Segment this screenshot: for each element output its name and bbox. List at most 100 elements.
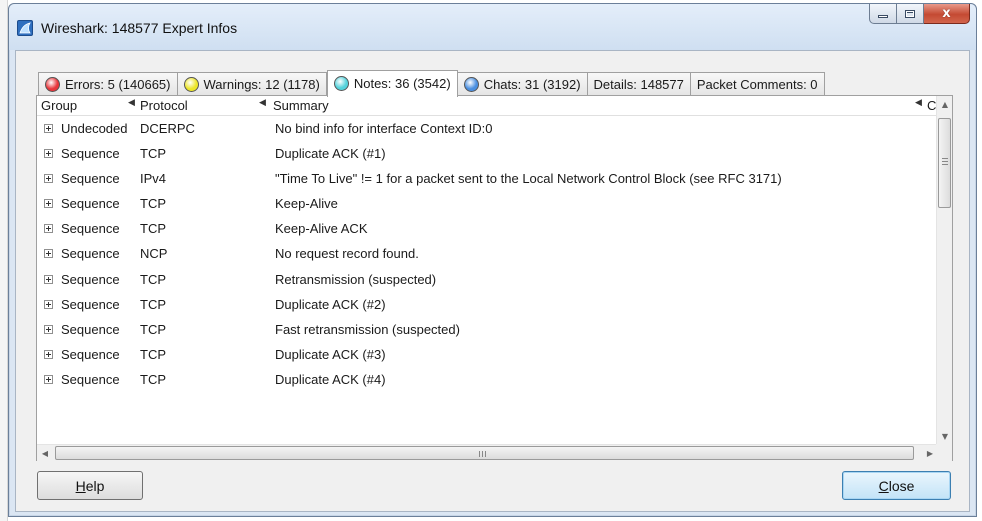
wireshark-fin-icon xyxy=(17,20,33,36)
table-row[interactable]: Sequence TCP Duplicate ACK (#2) xyxy=(37,293,938,318)
cell-group: Sequence xyxy=(61,346,120,362)
maximize-button[interactable] xyxy=(897,4,924,24)
dialog-body: Errors: 5 (140665) Warnings: 12 (1178) Not… xyxy=(15,50,970,512)
cell-summary: Keep-Alive xyxy=(275,196,338,212)
cell-summary: Retransmission (suspected) xyxy=(275,271,437,287)
table-row[interactable]: Sequence TCP Duplicate ACK (#1) xyxy=(37,142,938,167)
severity-dot-icon xyxy=(333,76,349,91)
column-sort-arrow-icon[interactable]: ◀ xyxy=(259,98,266,108)
vertical-scroll-thumb[interactable] xyxy=(938,118,951,208)
close-mnemonic: C xyxy=(878,477,889,494)
cell-protocol: TCP xyxy=(140,371,166,387)
vertical-scrollbar[interactable]: ▲ ▼ xyxy=(936,96,952,444)
cell-protocol: NCP xyxy=(140,246,168,262)
horizontal-scroll-thumb[interactable] xyxy=(55,446,914,460)
severity-tabs: Errors: 5 (140665) Warnings: 12 (1178) Not… xyxy=(38,69,825,97)
grip-line xyxy=(479,451,480,457)
cell-summary: Duplicate ACK (#4) xyxy=(275,371,386,387)
cell-summary: "Time To Live" != 1 for a packet sent to… xyxy=(275,171,782,187)
expand-plus-icon[interactable] xyxy=(44,174,53,184)
grip-line xyxy=(485,451,486,457)
cell-protocol: TCP xyxy=(140,271,166,287)
tab-label: Packet Comments: 0 xyxy=(696,77,818,92)
cell-protocol: TCP xyxy=(140,321,166,337)
horizontal-scrollbar[interactable]: ◀ ▶ xyxy=(37,444,938,461)
expand-plus-icon[interactable] xyxy=(44,249,53,259)
table-row[interactable]: Sequence TCP Fast retransmission (suspecte… xyxy=(37,318,938,343)
tab-notes[interactable]: Notes: 36 (3542) xyxy=(326,70,458,97)
table-row[interactable]: Sequence TCP Duplicate ACK (#3) xyxy=(37,343,938,368)
cell-summary: Duplicate ACK (#2) xyxy=(275,296,386,312)
expand-plus-icon[interactable] xyxy=(44,374,53,384)
expand-plus-icon[interactable] xyxy=(44,274,53,284)
severity-dot-icon xyxy=(45,77,60,92)
cell-group: Sequence xyxy=(61,171,120,187)
expand-plus-icon[interactable] xyxy=(44,124,53,133)
column-sort-arrow-icon[interactable]: ◀ xyxy=(915,98,922,108)
expand-plus-icon[interactable] xyxy=(44,349,53,359)
table-row[interactable]: Sequence TCP Duplicate ACK (#4) xyxy=(37,368,938,393)
close-button[interactable]: Close xyxy=(842,471,951,500)
cell-group: Sequence xyxy=(61,371,120,387)
cell-protocol: DCERPC xyxy=(140,121,195,136)
scroll-left-arrow-icon[interactable]: ◀ xyxy=(37,445,53,461)
tab-label: Errors: 5 (140665) xyxy=(65,77,171,92)
maximize-icon xyxy=(905,9,915,18)
expand-plus-icon[interactable] xyxy=(44,199,53,209)
grip-line xyxy=(942,158,948,159)
tab-label: Warnings: 12 (1178) xyxy=(203,77,320,92)
cell-summary: Duplicate ACK (#3) xyxy=(275,346,386,362)
column-header-summary[interactable]: Summary xyxy=(273,98,329,113)
tab-warnings[interactable]: Warnings: 12 (1178) xyxy=(177,72,327,96)
table-header: Group ◀ Protocol ◀ Summary ◀ C xyxy=(37,96,938,116)
cell-protocol: TCP xyxy=(140,346,166,362)
title-bar[interactable]: Wireshark: 148577 Expert Infos x xyxy=(9,4,976,50)
table-row[interactable]: Sequence TCP Keep-Alive ACK xyxy=(37,217,938,242)
cell-group: Sequence xyxy=(61,246,120,262)
tab-details[interactable]: Details: 148577 xyxy=(587,72,691,96)
severity-dot-icon xyxy=(183,77,199,92)
table-row[interactable]: Sequence TCP Keep-Alive xyxy=(37,192,938,217)
tab-label: Chats: 31 (3192) xyxy=(483,77,581,92)
column-header-group[interactable]: Group xyxy=(41,98,77,113)
expert-info-tree: Group ◀ Protocol ◀ Summary ◀ C Undecoded… xyxy=(36,95,953,461)
table-row[interactable]: Sequence NCP No request record found. xyxy=(37,242,938,267)
table-row[interactable]: Undecoded DCERPC No bind info for interfac… xyxy=(37,117,938,142)
tab-label: Notes: 36 (3542) xyxy=(353,76,451,91)
window-controls: x xyxy=(869,4,970,26)
cell-group: Sequence xyxy=(61,271,120,287)
minimize-button[interactable] xyxy=(869,4,897,24)
expand-plus-icon[interactable] xyxy=(44,324,53,334)
table-row[interactable]: Sequence IPv4 "Time To Live" != 1 for a pa… xyxy=(37,167,938,192)
background-strip xyxy=(0,0,8,521)
cell-protocol: IPv4 xyxy=(140,171,167,187)
cell-summary: Duplicate ACK (#1) xyxy=(275,146,386,162)
tab-chats[interactable]: Chats: 31 (3192) xyxy=(457,72,588,96)
cell-group: Sequence xyxy=(61,146,120,162)
help-button[interactable]: Help xyxy=(37,471,143,500)
table-row[interactable]: Sequence TCP Retransmission (suspected) xyxy=(37,268,938,293)
close-label: lose xyxy=(888,477,915,494)
close-window-button[interactable]: x xyxy=(924,4,970,24)
column-sort-arrow-icon[interactable]: ◀ xyxy=(128,98,135,108)
cell-group: Undecoded xyxy=(61,121,128,136)
grip-line xyxy=(942,164,948,165)
scroll-down-arrow-icon[interactable]: ▼ xyxy=(937,428,953,444)
expand-plus-icon[interactable] xyxy=(44,149,53,159)
cell-protocol: TCP xyxy=(140,221,166,237)
cell-summary: Keep-Alive ACK xyxy=(275,221,368,237)
scroll-up-arrow-icon[interactable]: ▲ xyxy=(937,96,953,112)
severity-dot-icon xyxy=(463,77,479,92)
tab-packet-comments[interactable]: Packet Comments: 0 xyxy=(690,72,825,96)
minimize-icon xyxy=(878,15,888,18)
tab-errors[interactable]: Errors: 5 (140665) xyxy=(38,72,178,96)
column-header-protocol[interactable]: Protocol xyxy=(140,98,188,113)
help-mnemonic: H xyxy=(75,477,86,494)
help-label: elp xyxy=(85,477,105,494)
cell-protocol: TCP xyxy=(140,296,166,312)
cell-summary: No bind info for interface Context ID:0 xyxy=(275,121,493,136)
expand-plus-icon[interactable] xyxy=(44,299,53,309)
cell-group: Sequence xyxy=(61,321,120,337)
column-header-count[interactable]: C xyxy=(927,98,936,113)
expand-plus-icon[interactable] xyxy=(44,224,53,234)
